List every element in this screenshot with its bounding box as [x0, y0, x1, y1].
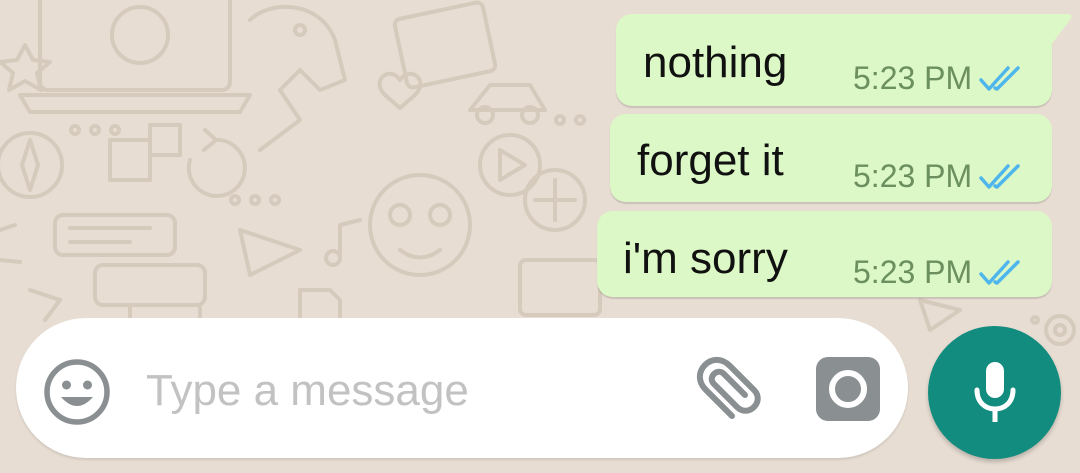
message-text: nothing: [643, 38, 788, 87]
emoji-smiley-icon: [44, 359, 110, 425]
camera-icon: [816, 357, 880, 421]
attach-button[interactable]: [692, 354, 764, 426]
message-text: forget it: [637, 136, 784, 185]
message-text: i'm sorry: [623, 234, 788, 283]
message-time: 5:23 PM: [853, 158, 973, 194]
emoji-button[interactable]: [42, 357, 112, 427]
double-check-icon: [978, 162, 1024, 192]
paperclip-icon: [696, 356, 761, 419]
microphone-icon: [974, 361, 1015, 422]
bubble-tail: [1030, 14, 1072, 54]
voice-record-button[interactable]: [928, 326, 1061, 459]
camera-button[interactable]: [815, 356, 881, 422]
message-meta: 5:23 PM: [853, 158, 1024, 195]
message-input[interactable]: [146, 358, 666, 424]
message-time: 5:23 PM: [853, 60, 973, 96]
message-list: nothing 5:23 PM forget it 5:23 PM i'm so…: [0, 0, 1080, 320]
message-meta: 5:23 PM: [853, 60, 1024, 97]
double-check-icon: [978, 64, 1024, 94]
message-time: 5:23 PM: [853, 254, 973, 290]
message-meta: 5:23 PM: [853, 254, 1024, 291]
double-check-icon: [978, 258, 1024, 288]
